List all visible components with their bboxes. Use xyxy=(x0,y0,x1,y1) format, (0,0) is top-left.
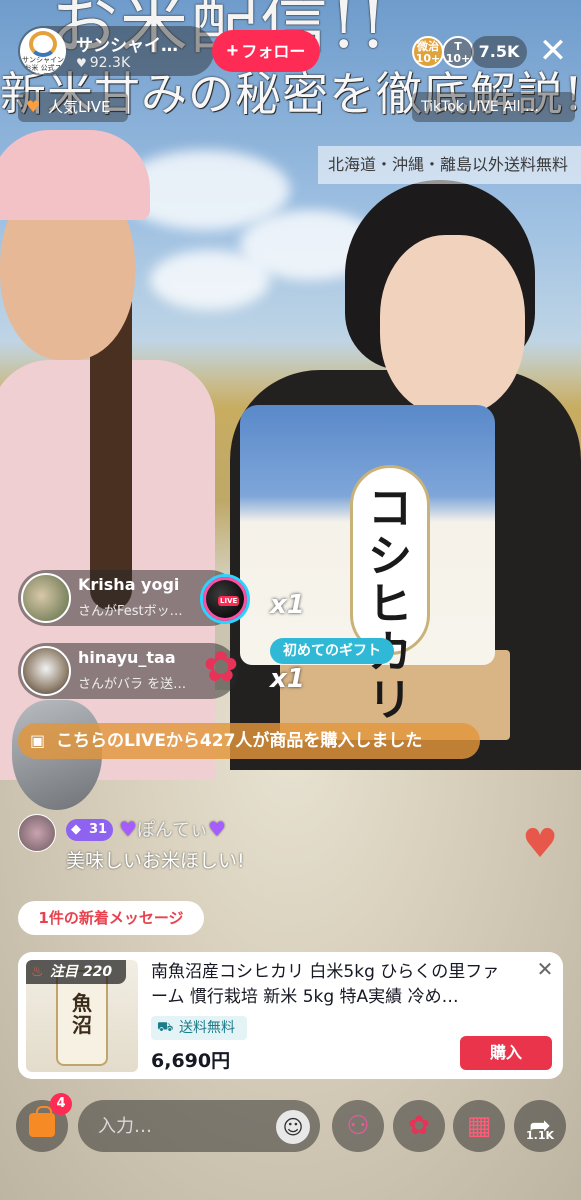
popular-live-tag[interactable]: ♥ 人気LIVE xyxy=(18,92,128,122)
shipping-banner: 北海道・沖縄・離島以外送料無料 xyxy=(318,146,581,184)
product-title[interactable]: 南魚沼産コシヒカリ 白米5kg ひらくの里ファーム 慣行栽培 新米 5kg 特A… xyxy=(151,960,516,1010)
gift-sender-avatar[interactable] xyxy=(21,573,71,623)
rice-bag-label: コシヒカリ xyxy=(368,483,412,726)
free-shipping-tag: ⛟ 送料無料 xyxy=(151,1016,247,1040)
emoji-icon[interactable]: ☺ xyxy=(276,1110,310,1144)
commenter-name-text: ぽんてぃ xyxy=(136,820,209,841)
commenter-avatar[interactable] xyxy=(18,814,56,852)
share-count: 1.1K xyxy=(525,1129,554,1142)
share-icon[interactable]: ➦ xyxy=(514,1100,566,1152)
flame-icon: ♨ xyxy=(31,964,44,980)
purple-heart-icon: ♥ xyxy=(208,817,226,841)
host-likes: ♥ 92.3K xyxy=(76,55,130,71)
shopping-bag-icon: ▣ xyxy=(30,731,46,750)
commenter-name[interactable]: ♥ぽんてぃ♥ xyxy=(119,816,226,842)
gift-combo: x1 xyxy=(270,664,305,694)
rose-icon: ✿ xyxy=(203,642,239,691)
popular-live-label: 人気LIVE xyxy=(48,98,111,116)
flame-icon: ♥ xyxy=(26,97,41,116)
host-avatar-text: サンシャインお米 公式ストア xyxy=(22,56,64,74)
top-viewer-badge[interactable]: 微治 10+ xyxy=(412,36,444,68)
purple-heart-icon: ♥ xyxy=(119,817,137,841)
close-icon[interactable]: ✕ xyxy=(534,958,556,980)
hot-tag: ♨ 注目 220 xyxy=(26,960,126,984)
follow-label: フォロー xyxy=(241,44,306,61)
multi-guest-icon[interactable]: ⚇ xyxy=(332,1100,384,1152)
gift-box-icon[interactable]: ▦ xyxy=(453,1100,505,1152)
viewer-count[interactable]: 7.5K xyxy=(471,36,527,68)
gift-message: さんがFestボッ… xyxy=(78,604,183,619)
close-icon[interactable]: ✕ xyxy=(535,32,571,72)
level-number: 31 xyxy=(89,822,108,837)
rose-gift-icon[interactable]: ✿ xyxy=(393,1100,445,1152)
sunshine-logo-icon xyxy=(29,31,57,57)
cart-count-badge: 4 xyxy=(50,1093,72,1115)
plus-icon: + xyxy=(226,40,239,62)
gift-sender-name: hinayu_taa xyxy=(78,648,176,667)
host-likes-count: 92.3K xyxy=(89,55,131,71)
gift-sender-avatar[interactable] xyxy=(21,646,71,696)
top-viewer-badge[interactable]: T 10+ xyxy=(442,36,474,68)
buy-button[interactable]: 購入 xyxy=(460,1036,552,1070)
gift-message: さんがバラ を送… xyxy=(78,677,187,692)
hot-tag-label: 注目 220 xyxy=(50,964,113,980)
purchase-banner[interactable]: ▣ こちらのLIVEから427人が商品を購入しました xyxy=(18,723,480,759)
comment-text: 美味しいお米ほしい! xyxy=(66,850,245,872)
level-badge: ◆ 31 xyxy=(66,819,113,841)
shopping-bag-icon xyxy=(29,1106,55,1137)
like-heart-icon[interactable]: ♥ xyxy=(518,824,562,864)
gift-sender-name: Krisha yogi xyxy=(78,575,180,594)
live-ball-icon: LIVE xyxy=(200,574,250,624)
truck-icon: ⛟ xyxy=(157,1020,174,1035)
heart-icon: ♥ xyxy=(76,56,87,70)
host-profile[interactable]: サンシャインお米 公式ストア サンシャイ… ♥92.3K xyxy=(18,26,214,76)
first-gift-tag: 初めてのギフト xyxy=(270,638,394,664)
new-messages-button[interactable]: 1件の新着メッセージ xyxy=(18,901,204,935)
product-thumb-label: 魚沼 xyxy=(72,991,92,1037)
ranking-tag[interactable]: TikTok LIVE All … xyxy=(412,92,575,122)
gift-combo: x1 xyxy=(270,590,305,620)
gem-icon: ◆ xyxy=(71,822,81,837)
product-price: 6,690円 xyxy=(151,1050,231,1072)
rice-bag: コシヒカリ xyxy=(240,405,495,725)
free-shipping-label: 送料無料 xyxy=(179,1020,235,1036)
top-viewer-badges[interactable]: 微治 10+ T 10+ xyxy=(412,36,476,68)
host-name: サンシャイ… xyxy=(76,36,178,56)
product-card[interactable]: 魚沼 ♨ 注目 220 南魚沼産コシヒカリ 白米5kg ひらくの里ファーム 慣行栽… xyxy=(18,952,563,1079)
follow-button[interactable]: + フォロー xyxy=(212,30,320,72)
host-avatar[interactable]: サンシャインお米 公式ストア xyxy=(20,28,66,74)
purchase-banner-text: こちらのLIVEから427人が商品を購入しました xyxy=(56,731,423,751)
